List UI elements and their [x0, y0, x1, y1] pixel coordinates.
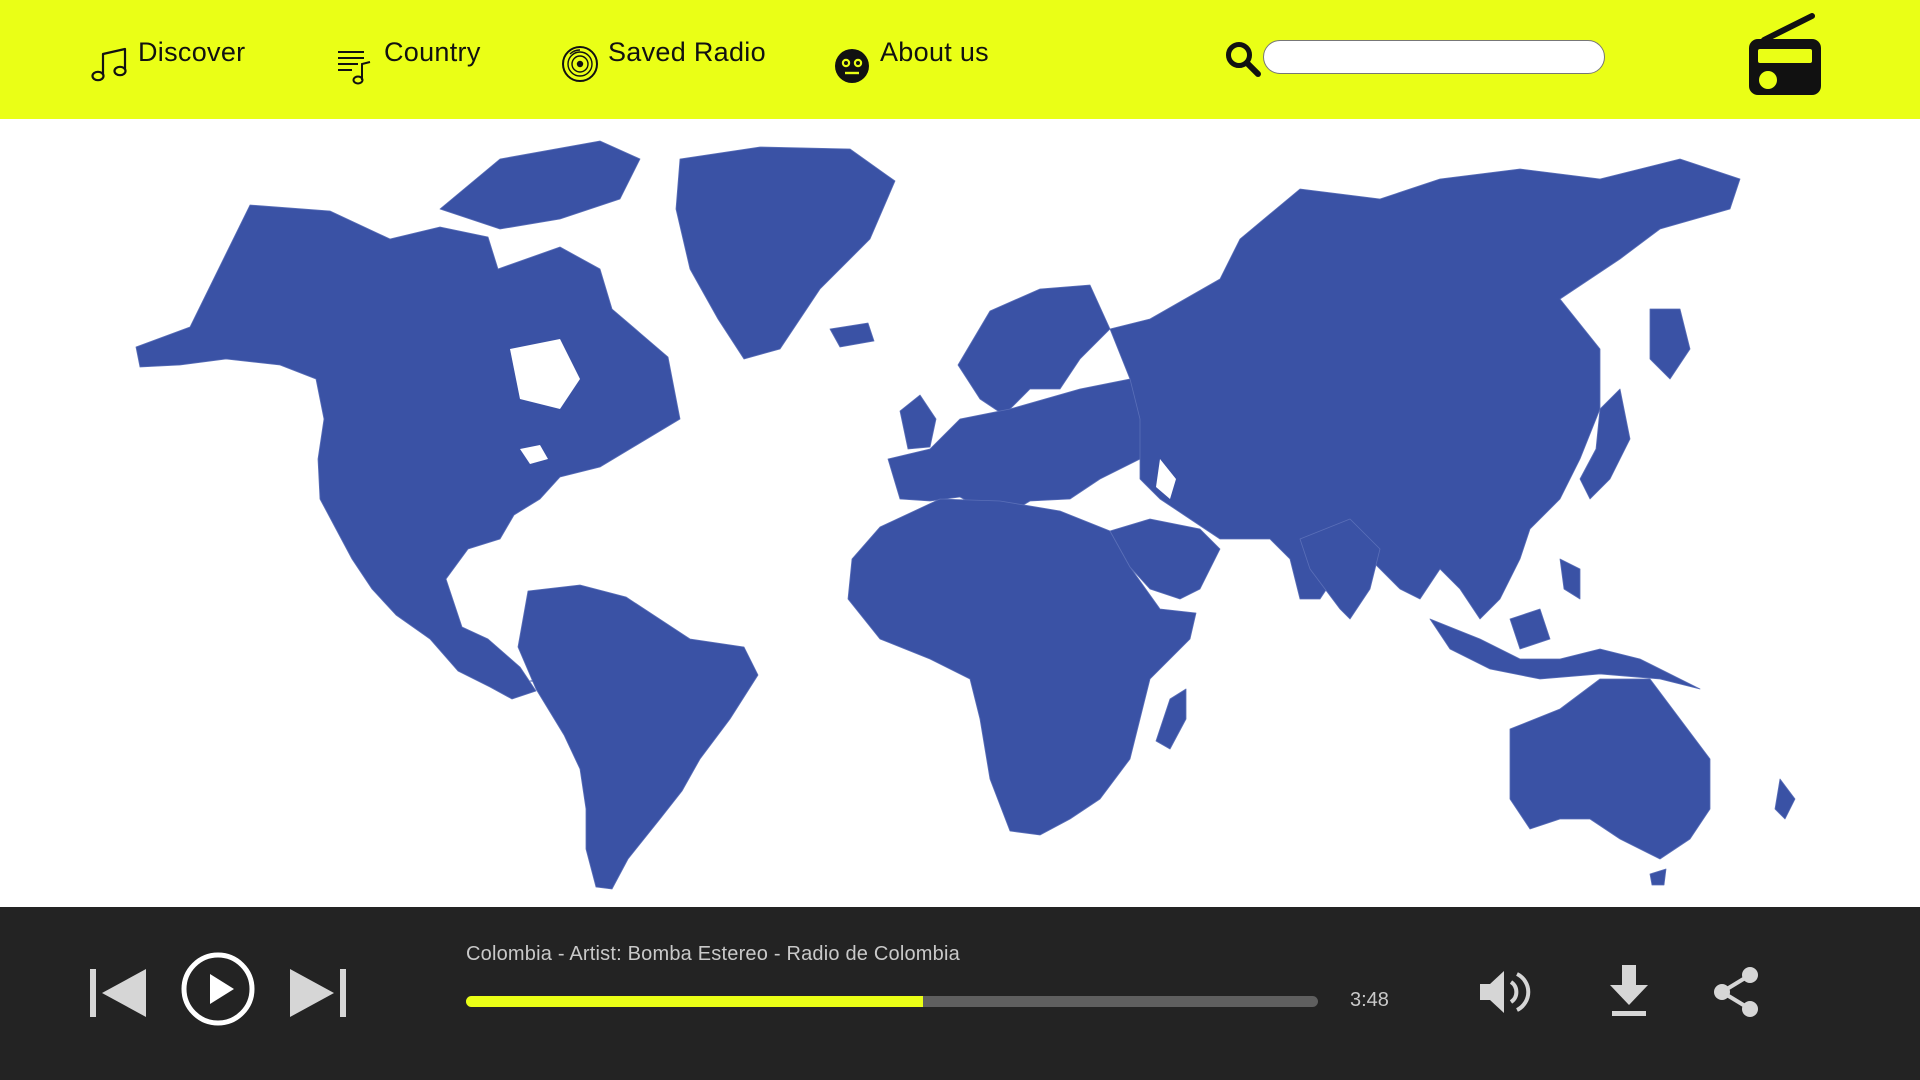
indonesia	[1429, 618, 1701, 690]
nav-label-about-us: About us	[880, 37, 989, 67]
progress-bar[interactable]	[466, 996, 1318, 1007]
nav-item-country[interactable]: Country	[334, 34, 481, 85]
uk	[899, 394, 937, 450]
tasmania	[1649, 868, 1667, 886]
download-icon[interactable]	[1606, 963, 1652, 1019]
radio-icon[interactable]	[1746, 10, 1824, 98]
world-map-svg	[135, 140, 1796, 890]
previous-icon[interactable]	[88, 966, 150, 1020]
top-navigation-bar: Discover Country Saved Radio About us	[0, 0, 1920, 119]
nav-label-discover: Discover	[138, 37, 246, 67]
new-zealand	[1774, 778, 1796, 820]
kamchatka	[1649, 308, 1691, 380]
track-duration: 3:48	[1350, 989, 1389, 1011]
nav-label-saved-radio: Saved Radio	[608, 37, 766, 67]
next-icon[interactable]	[286, 966, 348, 1020]
nav-label-country: Country	[384, 37, 481, 67]
arctic-islands	[439, 140, 641, 230]
player-bar: Colombia - Artist: Bomba Estereo - Radio…	[0, 907, 1920, 1080]
now-playing-title: Colombia - Artist: Bomba Estereo - Radio…	[466, 943, 960, 965]
nav-item-discover[interactable]: Discover	[88, 34, 245, 84]
music-note-icon	[91, 47, 127, 82]
progress-fill	[466, 996, 923, 1007]
iceland	[829, 322, 875, 348]
nav-item-saved-radio[interactable]: Saved Radio	[558, 34, 766, 84]
madagascar	[1155, 688, 1187, 750]
australia	[1509, 678, 1711, 860]
vinyl-record-icon	[562, 46, 598, 82]
search-icon[interactable]	[1224, 40, 1262, 78]
world-map[interactable]	[0, 119, 1920, 907]
philippines	[1559, 558, 1581, 600]
volume-icon[interactable]	[1478, 967, 1534, 1017]
search-input[interactable]	[1263, 40, 1605, 74]
south-america	[517, 584, 759, 890]
borneo	[1509, 608, 1551, 650]
face-icon	[835, 49, 869, 83]
playlist-icon	[338, 51, 371, 85]
nav-item-about-us[interactable]: About us	[830, 34, 989, 84]
share-icon[interactable]	[1710, 965, 1762, 1019]
play-icon[interactable]	[180, 951, 256, 1027]
